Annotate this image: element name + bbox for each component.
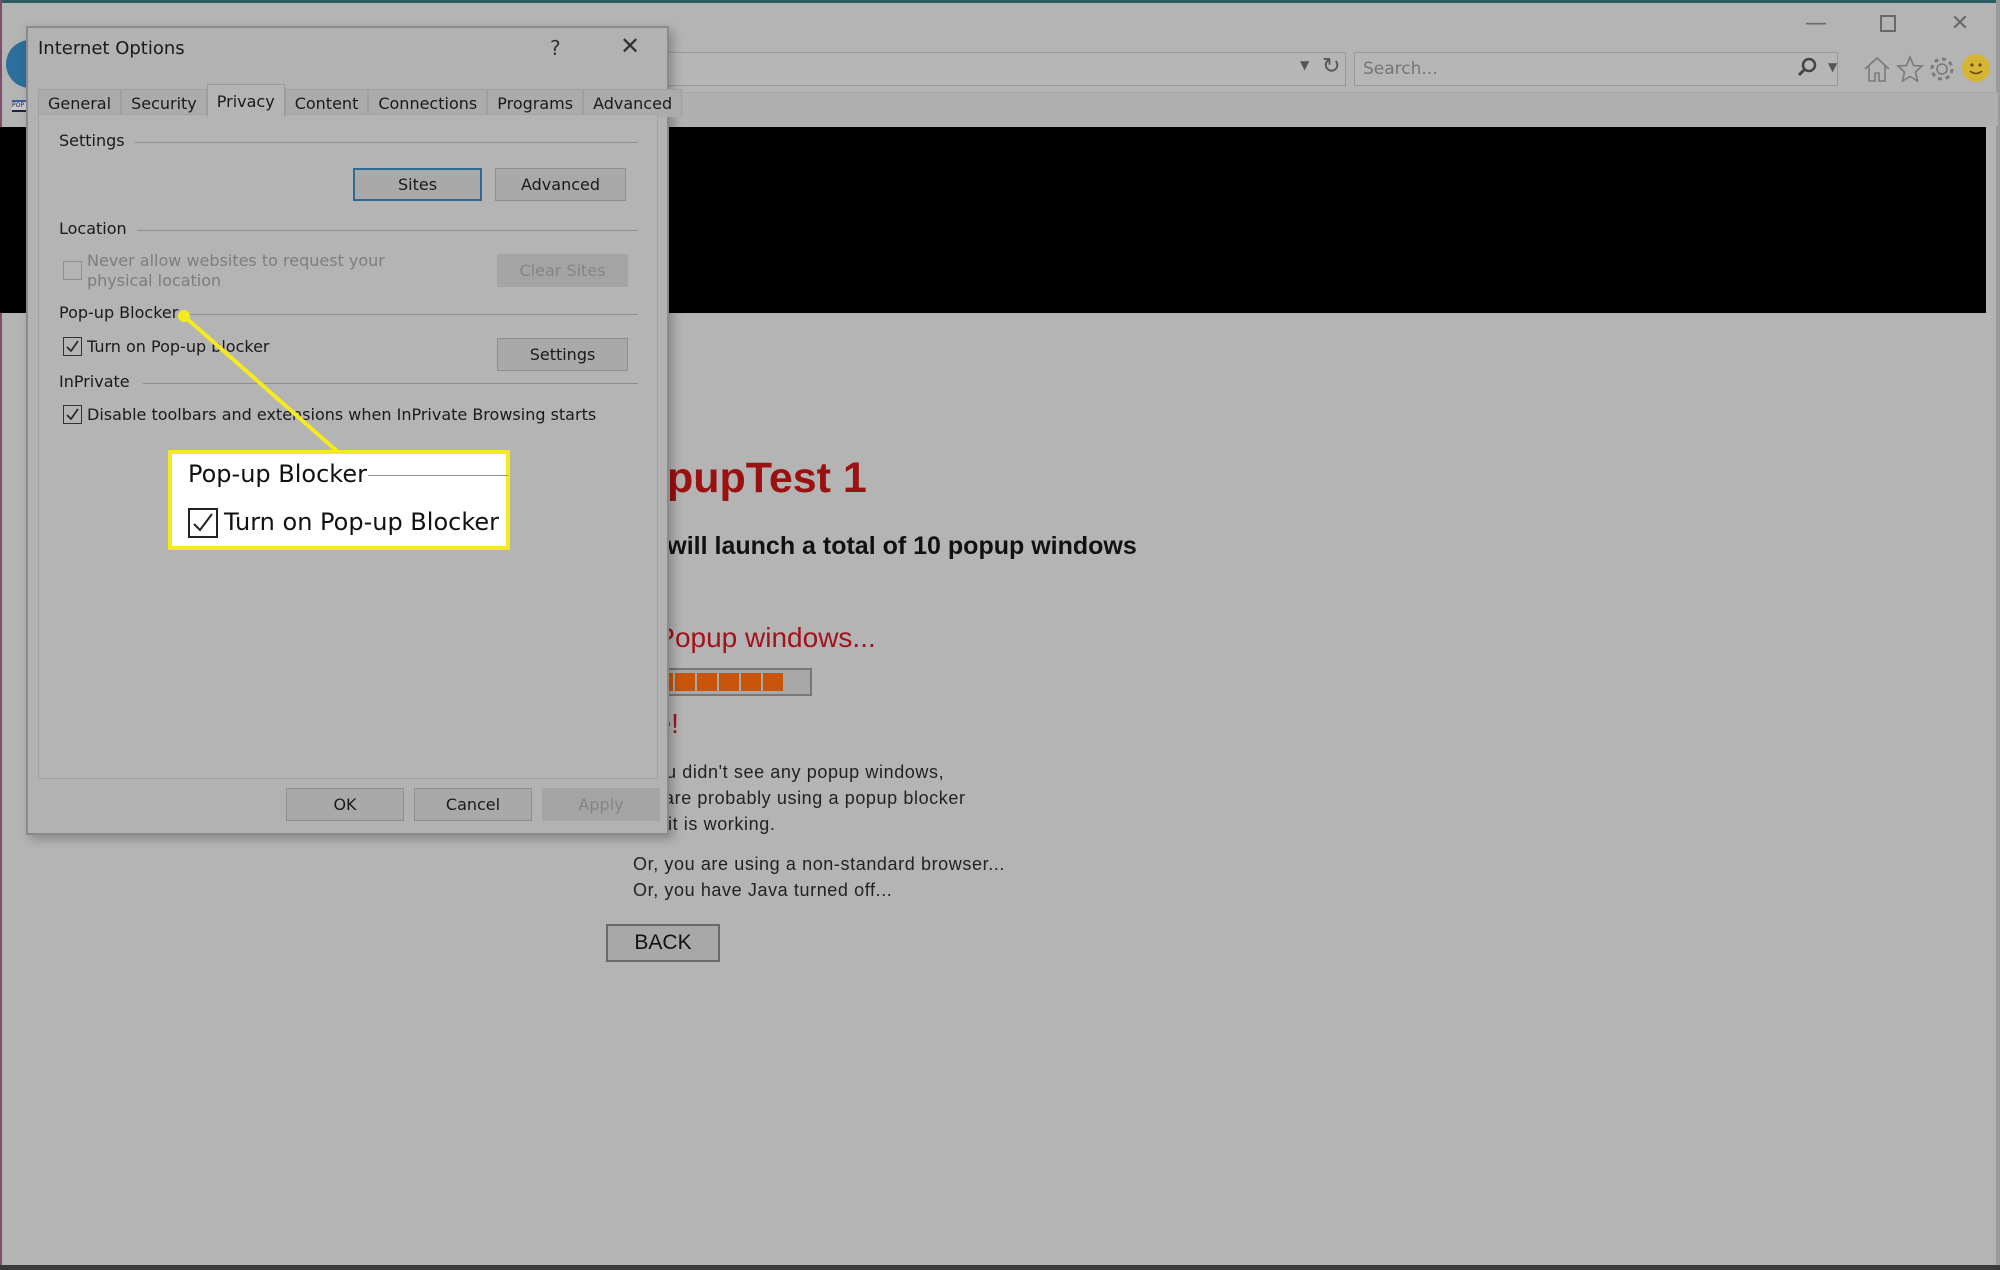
close-icon: ✕ <box>1950 10 1970 36</box>
page-back-button[interactable]: BACK <box>606 924 720 962</box>
page-subtitle: page will launch a total of 10 popup win… <box>602 532 1137 560</box>
tab-advanced[interactable]: Advanced <box>583 89 683 117</box>
address-bar[interactable] <box>668 52 1346 86</box>
minimize-icon: — <box>1805 10 1827 36</box>
search-icon[interactable] <box>1796 56 1818 78</box>
tab-connections[interactable]: Connections <box>368 89 488 117</box>
progress-segment <box>741 673 761 691</box>
popup-blocker-group-label: Pop-up Blocker <box>59 303 179 322</box>
gear-icon[interactable] <box>1927 54 1957 84</box>
smiley-icon[interactable] <box>1962 54 1990 82</box>
apply-button[interactable]: Apply <box>542 788 660 821</box>
tab-general[interactable]: General <box>38 89 122 117</box>
callout-checkbox-label: Turn on Pop-up Blocker <box>224 508 499 536</box>
callout-checkbox <box>188 508 218 538</box>
popup-blocker-settings-button[interactable]: Settings <box>497 338 628 371</box>
settings-group-label: Settings <box>59 131 125 150</box>
clear-sites-button[interactable]: Clear Sites <box>497 254 628 287</box>
search-input[interactable] <box>1363 53 1763 85</box>
disable-toolbars-checkbox[interactable] <box>63 405 82 424</box>
search-dropdown-icon[interactable]: ▼ <box>1828 60 1837 74</box>
cancel-button[interactable]: Cancel <box>414 788 532 821</box>
tab-security[interactable]: Security <box>121 89 207 117</box>
search-box[interactable] <box>1354 52 1838 86</box>
never-allow-location-label-2[interactable]: physical location <box>87 271 221 291</box>
home-icon[interactable] <box>1862 54 1892 84</box>
dialog-close-icon[interactable]: ✕ <box>612 32 648 64</box>
progress-segment <box>675 673 695 691</box>
result-message-line: it is working. <box>668 814 776 834</box>
location-group-label: Location <box>59 219 127 238</box>
result-message-line: Or, you have Java turned off... <box>633 880 893 900</box>
divider <box>137 230 638 231</box>
internet-options-dialog: Internet Options ? ✕ General Security Pr… <box>26 26 683 835</box>
advanced-button[interactable]: Advanced <box>495 168 626 201</box>
dialog-tabs: General Security Privacy Content Connect… <box>38 84 683 117</box>
divider <box>135 142 638 143</box>
window-frame-top <box>0 0 2000 3</box>
tab-content[interactable]: Content <box>284 89 369 117</box>
turn-on-popup-blocker-checkbox[interactable] <box>63 337 82 356</box>
maximize-button[interactable] <box>1866 8 1910 38</box>
progress-segment <box>719 673 739 691</box>
command-bar <box>668 92 1998 126</box>
disable-toolbars-label[interactable]: Disable toolbars and extensions when InP… <box>87 405 596 425</box>
close-window-button[interactable]: ✕ <box>1938 8 1982 38</box>
address-dropdown-icon[interactable]: ▼ <box>1300 58 1309 72</box>
star-icon[interactable] <box>1895 54 1925 84</box>
dialog-title: Internet Options <box>38 38 185 59</box>
result-message-line: Or, you are using a non-standard browser… <box>633 854 1005 874</box>
maximize-icon <box>1880 14 1896 32</box>
taskbar-edge <box>0 1265 2000 1270</box>
tab-privacy[interactable]: Privacy <box>206 84 285 117</box>
result-message-line: u didn't see any popup windows, <box>666 762 945 782</box>
ok-button[interactable]: OK <box>286 788 404 821</box>
refresh-icon[interactable]: ↻ <box>1322 54 1340 79</box>
window-frame-right <box>1996 0 2000 1270</box>
tab-programs[interactable]: Programs <box>487 89 584 117</box>
divider <box>181 314 638 315</box>
help-icon[interactable]: ? <box>550 36 561 60</box>
progress-segment <box>763 673 783 691</box>
privacy-panel: Settings Sites Advanced Location Never a… <box>38 114 658 779</box>
progress-segment <box>697 673 717 691</box>
callout-title: Pop-up Blocker <box>188 460 367 488</box>
turn-on-popup-blocker-label[interactable]: Turn on Pop-up blocker <box>87 337 270 357</box>
result-message-line: are probably using a popup blocker <box>664 788 966 808</box>
divider <box>143 383 638 384</box>
never-allow-location-label[interactable]: Never allow websites to request your <box>87 251 385 271</box>
popup-blocker-callout: Pop-up Blocker Turn on Pop-up Blocker <box>168 450 510 550</box>
callout-divider <box>368 475 508 476</box>
inprivate-group-label: InPrivate <box>59 372 130 391</box>
minimize-button[interactable]: — <box>1794 8 1838 38</box>
sites-button[interactable]: Sites <box>353 168 482 201</box>
never-allow-location-checkbox[interactable] <box>63 261 82 280</box>
